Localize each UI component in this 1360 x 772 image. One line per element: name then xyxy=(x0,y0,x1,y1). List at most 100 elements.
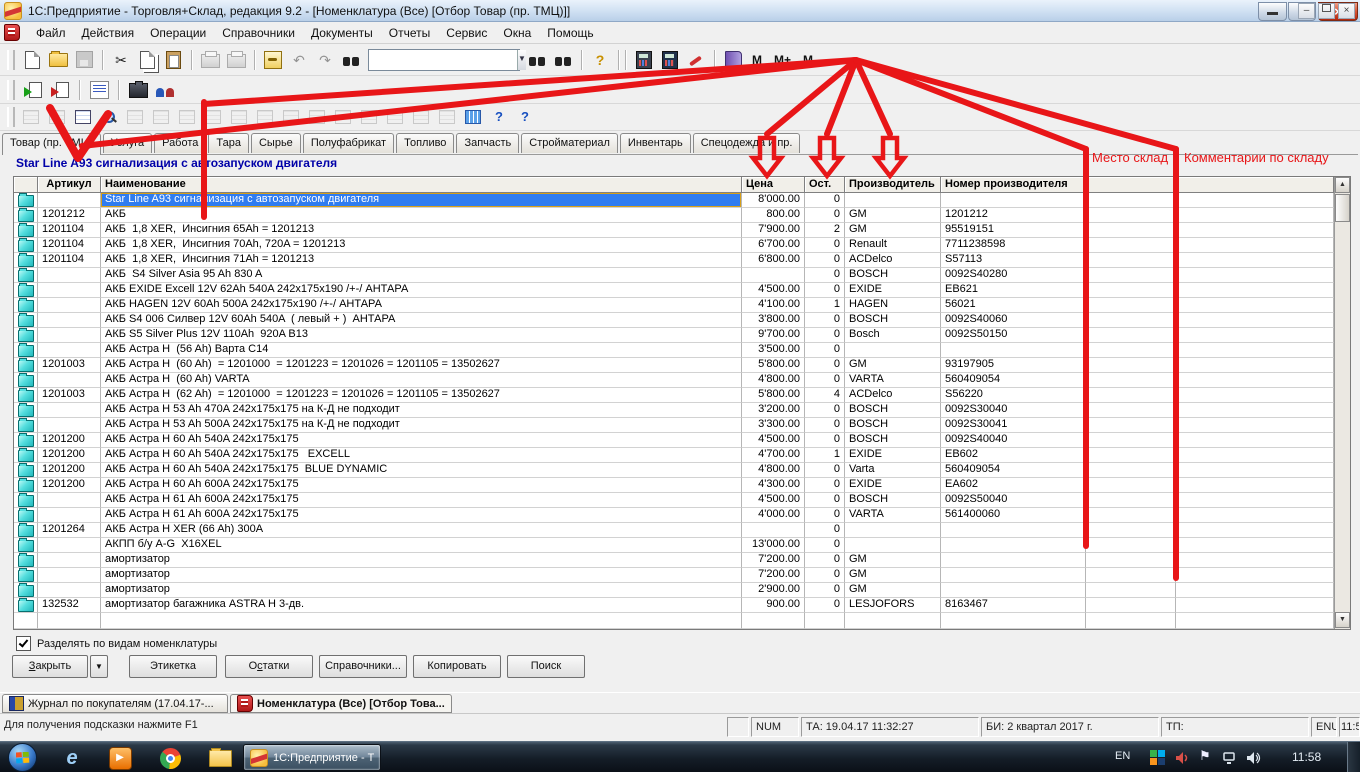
tab-toplivo[interactable]: Топливо xyxy=(396,133,454,153)
table-row[interactable]: амортизатор2'900.000GM xyxy=(14,583,1350,598)
menu-item-actions[interactable]: Действия xyxy=(74,24,143,42)
cut-icon[interactable]: ✂ xyxy=(109,48,133,72)
tab-syrye[interactable]: Сырье xyxy=(251,133,301,153)
mdi-tab-journal[interactable]: Журнал по покупателям (17.04.17-... xyxy=(2,694,228,713)
find-icon[interactable] xyxy=(339,48,363,72)
minimize-button[interactable] xyxy=(1258,2,1287,21)
copy-button[interactable]: Копировать xyxy=(413,655,501,678)
table-row[interactable]: 1201104АКБ 1,8 XER, Инсигния 70Ah, 720A … xyxy=(14,238,1350,253)
permissions-icon[interactable] xyxy=(261,48,285,72)
show-desktop-button[interactable] xyxy=(1347,742,1360,772)
table-row[interactable]: 1201003АКБ Астра H (62 Ah) = 1201000 = 1… xyxy=(14,388,1350,403)
references-button[interactable]: Справочники... xyxy=(319,655,407,678)
paste-icon[interactable] xyxy=(161,48,185,72)
table-row[interactable]: 1201264АКБ Астра H XER (66 Ah) 300A0 xyxy=(14,523,1350,538)
tab-inventar[interactable]: Инвентарь xyxy=(620,133,691,153)
copy-icon[interactable] xyxy=(135,48,159,72)
explorer-icon[interactable] xyxy=(208,746,232,770)
document-template-icon[interactable] xyxy=(87,78,111,102)
tab-specodezhda[interactable]: Спецодежда и пр. xyxy=(693,133,801,153)
column-header-4[interactable]: Ост. xyxy=(805,177,845,193)
table-row[interactable]: АКПП б/у A-G X16XEL13'000.000 xyxy=(14,538,1350,553)
mdi-minimize-button[interactable]: – xyxy=(1298,3,1315,19)
table-row[interactable]: 1201003АКБ Астра H (60 Ah) = 1201000 = 1… xyxy=(14,358,1350,373)
table-row[interactable]: АКБ Астра H 61 Ah 600A 242x175x1754'500.… xyxy=(14,493,1350,508)
tab-rabota[interactable]: Работа xyxy=(154,133,206,153)
close-button[interactable]: Закрыть xyxy=(12,655,88,678)
tab-stroymaterial[interactable]: Стройматериал xyxy=(521,133,618,153)
split-by-kind-checkbox[interactable] xyxy=(16,636,31,651)
table-edit-icon[interactable] xyxy=(75,110,91,124)
mdi-restore-button[interactable] xyxy=(1318,3,1335,19)
table-row[interactable]: 132532амортизатор багажника ASTRA H 3-дв… xyxy=(14,598,1350,613)
table-row[interactable]: амортизатор7'200.000GM xyxy=(14,553,1350,568)
search-combobox[interactable]: ▼ xyxy=(368,49,520,71)
scrollbar-thumb[interactable] xyxy=(1335,194,1350,222)
table-row[interactable]: 1201200АКБ Астра H 60 Ah 540A 242x175x17… xyxy=(14,433,1350,448)
menu-item-windows[interactable]: Окна xyxy=(495,24,539,42)
column-header-1[interactable]: Артикул xyxy=(38,177,101,193)
column-header-2[interactable]: Наименование xyxy=(101,177,742,193)
media-player-icon[interactable]: ▶ xyxy=(108,746,132,770)
taskbar-app-button[interactable]: 1С:Предприятие - Т... xyxy=(243,744,381,771)
menu-item-reports[interactable]: Отчеты xyxy=(381,24,438,42)
menu-item-references[interactable]: Справочники xyxy=(214,24,303,42)
table-blue-icon[interactable] xyxy=(465,110,481,124)
table-row[interactable]: 1201212АКБ800.000GM1201212 xyxy=(14,208,1350,223)
column-header-3[interactable]: Цена xyxy=(742,177,805,193)
find-goods-icon[interactable] xyxy=(101,110,117,124)
search-button[interactable]: Поиск xyxy=(507,655,585,678)
toolbar-grip[interactable] xyxy=(7,50,15,70)
muted-volume-icon[interactable] xyxy=(1175,751,1191,765)
table-row[interactable]: 1201104АКБ 1,8 XER, Инсигния 71Ah = 1201… xyxy=(14,253,1350,268)
memory-minus-button[interactable]: M- xyxy=(798,51,822,69)
table-row[interactable]: 1201200АКБ Астра H 60 Ah 600A 242x175x17… xyxy=(14,478,1350,493)
tab-polufabrikat[interactable]: Полуфабрикат xyxy=(303,133,394,153)
table-row[interactable]: АКБ S4 006 Силвер 12V 60Ah 540A ( левый … xyxy=(14,313,1350,328)
toolbar-grip[interactable] xyxy=(7,107,15,127)
cash-register-icon[interactable] xyxy=(126,78,150,102)
mdi-close-button[interactable]: × xyxy=(1338,3,1355,19)
scroll-up-icon[interactable]: ▲ xyxy=(1335,177,1350,193)
internet-explorer-icon[interactable]: e xyxy=(60,746,84,770)
table-row[interactable]: 1201104АКБ 1,8 XER, Инсигния 65Ah = 1201… xyxy=(14,223,1350,238)
table-row[interactable]: амортизатор7'200.000GM xyxy=(14,568,1350,583)
table-row[interactable]: АКБ Астра H (56 Ah) Варта C143'500.000 xyxy=(14,343,1350,358)
calculator-icon[interactable] xyxy=(632,48,656,72)
toolbar-grip[interactable] xyxy=(7,80,15,100)
table-row[interactable]: 1201200АКБ Астра H 60 Ah 540A 242x175x17… xyxy=(14,448,1350,463)
vertical-scrollbar[interactable]: ▲ ▼ xyxy=(1334,177,1350,629)
column-header-5[interactable]: Производитель xyxy=(845,177,941,193)
table-row[interactable]: АКБ Астра H 61 Ah 600A 242x175x1754'000.… xyxy=(14,508,1350,523)
mdi-tab-nomenclature[interactable]: Номенклатура (Все) [Отбор Това... xyxy=(230,694,452,713)
help-icon[interactable]: ? xyxy=(588,48,612,72)
find-previous-icon[interactable] xyxy=(551,48,575,72)
scroll-down-icon[interactable]: ▼ xyxy=(1335,612,1350,628)
marker-icon[interactable] xyxy=(684,48,708,72)
memory-plus-button[interactable]: M+ xyxy=(769,51,796,69)
tray-clock[interactable]: 11:58 xyxy=(1292,750,1321,764)
tab-tara[interactable]: Тара xyxy=(208,133,249,153)
formula-calculator-icon[interactable] xyxy=(658,48,682,72)
start-button[interactable] xyxy=(8,743,37,772)
menu-item-file[interactable]: Файл xyxy=(28,24,74,42)
users-icon[interactable] xyxy=(153,78,177,102)
antivirus-tray-icon[interactable] xyxy=(1150,750,1165,765)
table-row[interactable]: АКБ S5 Silver Plus 12V 110Ah 920A B139'7… xyxy=(14,328,1350,343)
tab-tovar[interactable]: Товар (пр. ТМЦ) xyxy=(2,133,101,155)
new-document-icon[interactable] xyxy=(20,48,44,72)
action-center-flag-icon[interactable]: ⚑ xyxy=(1199,748,1211,764)
table-row[interactable]: АКБ S4 Silver Asia 95 Ah 830 A0BOSCH0092… xyxy=(14,268,1350,283)
network-icon[interactable] xyxy=(1222,751,1238,765)
menu-item-help[interactable]: Помощь xyxy=(539,24,601,42)
table-row[interactable]: АКБ HAGEN 12V 60Ah 500A 242x175x190 /+-/… xyxy=(14,298,1350,313)
close-dropdown-button[interactable]: ▼ xyxy=(90,655,108,678)
import-document-icon[interactable] xyxy=(21,78,45,102)
table-row[interactable]: АКБ Астра H 53 Ah 470A 242x175x175 на К-… xyxy=(14,403,1350,418)
table-row[interactable]: АКБ Астра H 53 Ah 500A 242x175x175 на К-… xyxy=(14,418,1350,433)
table-row[interactable]: Star Line A93 сигнализация с автозапуско… xyxy=(14,193,1350,208)
export-document-icon[interactable] xyxy=(48,78,72,102)
menu-item-service[interactable]: Сервис xyxy=(438,24,495,42)
open-icon[interactable] xyxy=(46,48,70,72)
volume-icon[interactable] xyxy=(1246,751,1262,765)
